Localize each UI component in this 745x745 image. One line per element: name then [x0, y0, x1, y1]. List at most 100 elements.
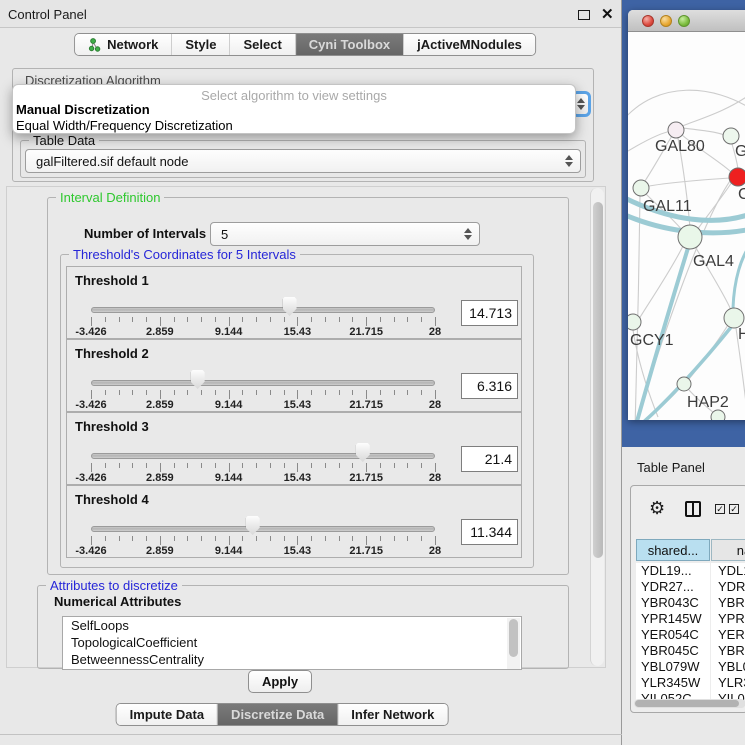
- attribute-item[interactable]: BetweennessCentrality: [63, 651, 521, 668]
- zoom-traffic-light-icon[interactable]: [678, 15, 690, 27]
- tick-mark: [352, 317, 353, 322]
- network-window[interactable]: GAL80GACGAL11GAL4GCY1HHAP2: [628, 10, 745, 420]
- network-node-c[interactable]: [729, 168, 745, 186]
- tick-mark: [311, 463, 312, 468]
- network-node[interactable]: [711, 410, 725, 420]
- table-cell[interactable]: YBR045C: [636, 643, 710, 659]
- apply-button[interactable]: Apply: [248, 670, 312, 693]
- table-data-combobox[interactable]: galFiltered.sif default node: [25, 149, 581, 173]
- threshold-1-slider-track[interactable]: [91, 307, 435, 313]
- threshold-2-slider-track[interactable]: [91, 380, 435, 386]
- table-cell[interactable]: YDL19...: [636, 563, 710, 579]
- minimize-traffic-light-icon[interactable]: [660, 15, 672, 27]
- tick-label: 21.715: [349, 545, 383, 557]
- tab-cyni-toolbox[interactable]: Cyni Toolbox: [296, 34, 404, 55]
- table-cell[interactable]: YDR27...: [636, 579, 710, 595]
- control-panel: Control Panel ✕ NetworkStyleSelectCyni T…: [0, 0, 622, 745]
- tick-mark: [339, 463, 340, 468]
- network-window-titlebar[interactable]: [628, 10, 745, 32]
- threshold-4-slider-track[interactable]: [91, 526, 435, 532]
- column-header-name[interactable]: name: [711, 539, 745, 561]
- split-columns-icon[interactable]: [685, 501, 701, 517]
- tick-mark: [435, 463, 436, 472]
- table-cell[interactable]: YBR043C: [636, 595, 710, 611]
- tick-mark: [242, 390, 243, 395]
- table-cell[interactable]: YER054C: [636, 627, 710, 643]
- network-node-ga[interactable]: [723, 128, 739, 144]
- algorithm-option-1[interactable]: Manual Discretization: [16, 102, 150, 117]
- threshold-4-value-field[interactable]: 11.344: [461, 519, 518, 545]
- tick-label: 21.715: [349, 326, 383, 338]
- tick-mark: [407, 536, 408, 541]
- tick-mark: [187, 317, 188, 322]
- table-cell[interactable]: YDR27...: [711, 579, 745, 595]
- network-node-gal4[interactable]: [678, 225, 702, 249]
- table-cell[interactable]: YPR145W: [636, 611, 710, 627]
- attributes-group-title: Attributes to discretize: [46, 578, 182, 593]
- tick-label: 28: [429, 545, 441, 557]
- network-node-gal80[interactable]: [668, 122, 684, 138]
- tick-mark: [132, 317, 133, 322]
- table-cell[interactable]: YER054C: [711, 627, 745, 643]
- network-node-hap2[interactable]: [677, 377, 691, 391]
- threshold-1-slider-thumb[interactable]: [283, 297, 297, 316]
- table-cell[interactable]: YBR043C: [711, 595, 745, 611]
- float-icon[interactable]: [578, 10, 590, 20]
- attribute-item[interactable]: SelfLoops: [63, 617, 521, 634]
- table-cell[interactable]: YLR345W: [636, 675, 710, 691]
- network-canvas[interactable]: GAL80GACGAL11GAL4GCY1HHAP2: [628, 32, 745, 420]
- checkbox-icon[interactable]: ✓: [715, 504, 725, 514]
- attributes-scrollbar[interactable]: [507, 618, 520, 670]
- settings-scrollbar-thumb[interactable]: [593, 202, 603, 558]
- tick-mark: [256, 317, 257, 322]
- checkbox-icon[interactable]: ✓: [729, 504, 739, 514]
- table-cell[interactable]: YDL19...: [711, 563, 745, 579]
- close-traffic-light-icon[interactable]: [642, 15, 654, 27]
- tick-label: 2.859: [146, 326, 174, 338]
- threshold-1-value-field[interactable]: 14.713: [461, 300, 518, 326]
- stepper-updown-icon: [464, 228, 472, 240]
- table-cell[interactable]: YBL079W: [711, 659, 745, 675]
- tick-mark: [146, 390, 147, 395]
- tab-discretize-data[interactable]: Discretize Data: [218, 704, 338, 725]
- tick-mark: [394, 390, 395, 395]
- threshold-4-label: Threshold 4: [75, 492, 149, 507]
- tab-label: Infer Network: [351, 707, 434, 722]
- network-node-gal11[interactable]: [633, 180, 649, 196]
- threshold-2-slider-thumb[interactable]: [191, 370, 205, 389]
- gear-icon[interactable]: ⚙: [649, 499, 665, 517]
- table-hscrollbar[interactable]: [634, 699, 745, 708]
- threshold-3-slider-thumb[interactable]: [356, 443, 370, 462]
- tab-jactivemnodules[interactable]: jActiveMNodules: [404, 34, 535, 55]
- threshold-4-slider-thumb[interactable]: [246, 516, 260, 535]
- threshold-3-value-field[interactable]: 21.4: [461, 446, 518, 472]
- table-cell[interactable]: YBR045C: [711, 643, 745, 659]
- settings-scrollbar[interactable]: [590, 188, 604, 666]
- attribute-item[interactable]: TopologicalCoefficient: [63, 634, 521, 651]
- algorithm-option-2[interactable]: Equal Width/Frequency Discretization: [16, 118, 233, 133]
- table-cell[interactable]: YPR145W: [711, 611, 745, 627]
- threshold-3-slider-track[interactable]: [91, 453, 435, 459]
- tick-label: 2.859: [146, 472, 174, 484]
- tab-impute-data[interactable]: Impute Data: [117, 704, 218, 725]
- tab-label: Cyni Toolbox: [309, 37, 390, 52]
- column-header-shared[interactable]: shared...: [636, 539, 710, 561]
- table-hscrollbar-thumb[interactable]: [635, 700, 739, 707]
- tab-network[interactable]: Network: [75, 34, 172, 55]
- tab-style[interactable]: Style: [172, 34, 230, 55]
- attributes-scrollbar-thumb[interactable]: [509, 619, 518, 657]
- tick-mark: [311, 390, 312, 395]
- table-cell[interactable]: YLR345W: [711, 675, 745, 691]
- threshold-2-value-field[interactable]: 6.316: [461, 373, 518, 399]
- tick-mark: [421, 317, 422, 322]
- table-cell[interactable]: YBL079W: [636, 659, 710, 675]
- tab-select[interactable]: Select: [230, 34, 295, 55]
- tab-label: Select: [243, 37, 281, 52]
- number-of-intervals-combobox[interactable]: 5: [210, 222, 480, 246]
- tab-infer-network[interactable]: Infer Network: [338, 704, 447, 725]
- close-icon[interactable]: ✕: [601, 5, 614, 23]
- network-node-gcy1[interactable]: [628, 314, 641, 330]
- tick-mark: [284, 463, 285, 468]
- network-node-h[interactable]: [724, 308, 744, 328]
- tick-mark: [91, 317, 92, 326]
